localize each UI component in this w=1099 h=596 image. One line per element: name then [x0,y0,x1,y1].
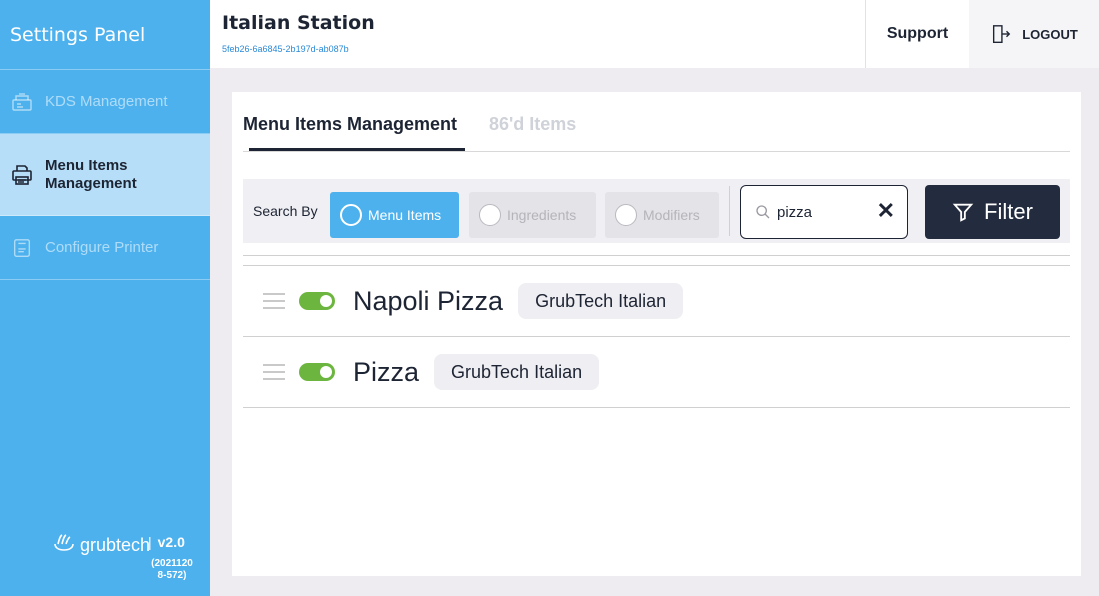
version-number: v2.0 [157,534,185,550]
sidebar: Settings Panel KDS Management Menu Items… [0,0,210,596]
search-field[interactable]: ✕ [740,185,908,239]
logout-icon [990,23,1012,45]
station-id: 5feb26-6a6845-2b197d-ab087b [222,44,349,54]
drag-handle-icon[interactable] [263,293,285,309]
option-label: Menu Items [368,207,442,223]
kds-station-icon [9,89,35,115]
grubtech-logo-icon [52,532,76,558]
sidebar-footer: grubtech | v2.0 (2021120 8-572) [0,526,210,596]
clear-search-icon[interactable]: ✕ [877,200,895,222]
tab-bar: Menu Items Management 86'd Items [243,92,1070,152]
item-enabled-toggle[interactable] [299,363,335,381]
list-item: Pizza GrubTech Italian [243,337,1070,408]
grubtech-logo: grubtech [52,532,150,558]
brand-chip: GrubTech Italian [518,283,684,319]
option-label: Ingredients [507,207,577,223]
logout-label: LOGOUT [1022,26,1078,42]
radio-selected-icon [340,204,362,226]
active-tab-indicator [249,148,465,151]
item-name: Napoli Pizza [353,285,504,316]
tab-86d-items[interactable]: 86'd Items [489,114,576,135]
search-by-label: Search By [253,203,318,219]
filter-label: Filter [984,199,1033,224]
logout-button[interactable]: LOGOUT [969,0,1099,68]
list-item: Napoli Pizza GrubTech Italian [243,266,1070,337]
brand-chip: GrubTech Italian [434,354,600,390]
sidebar-item-configure-printer[interactable]: Configure Printer [0,216,210,280]
main-card: Menu Items Management 86'd Items Search … [232,92,1081,576]
filter-icon [952,201,974,223]
tab-menu-items-management[interactable]: Menu Items Management [243,114,457,135]
drag-handle-icon[interactable] [263,364,285,380]
app-version: | v2.0 [148,534,185,550]
item-name: Pizza [353,356,420,387]
brand-name: grubtech [80,534,151,555]
filter-button[interactable]: Filter [925,185,1060,239]
version-separator: | [148,534,152,550]
sidebar-item-kds-management[interactable]: KDS Management [0,70,210,134]
item-enabled-toggle[interactable] [299,292,335,310]
printer-config-icon [9,235,35,261]
search-by-modifiers-option[interactable]: Modifiers [605,192,719,238]
sidebar-item-menu-items-management[interactable]: Menu Items Management [0,134,210,216]
search-by-ingredients-option[interactable]: Ingredients [469,192,596,238]
sidebar-item-label: KDS Management [45,93,168,110]
list-divider [243,255,1070,256]
search-toolbar: Search By Menu Items Ingredients Modifie… [243,179,1070,243]
search-icon [755,204,771,220]
top-header: Italian Station 5feb26-6a6845-2b197d-ab0… [210,0,1099,68]
build-number: (2021120 8-572) [151,558,193,581]
sidebar-item-label: Menu Items Management [45,156,137,192]
option-label: Modifiers [643,207,700,223]
support-button[interactable]: Support [865,0,969,68]
toolbar-divider [729,186,730,236]
search-input[interactable] [777,203,857,221]
radio-unselected-icon [615,204,637,226]
sidebar-title: Settings Panel [0,0,210,70]
sidebar-item-label: Configure Printer [45,239,159,256]
printer-menu-icon [9,162,35,188]
search-by-menu-items-option[interactable]: Menu Items [330,192,459,238]
radio-unselected-icon [479,204,501,226]
station-name: Italian Station [222,12,375,34]
